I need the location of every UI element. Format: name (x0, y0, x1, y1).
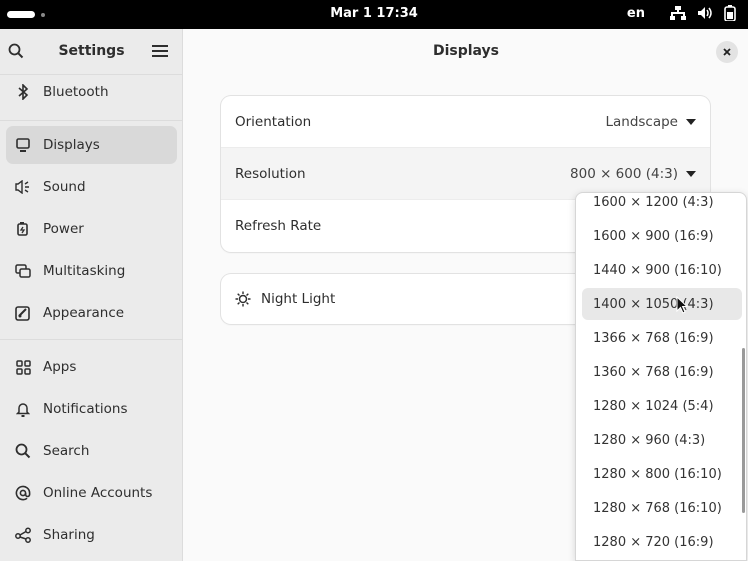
hamburger-menu-icon[interactable] (152, 43, 168, 62)
sidebar-item-label: Sharing (43, 527, 95, 543)
sidebar-item-sharing[interactable]: Sharing (6, 516, 177, 554)
sidebar-item-label: Apps (43, 359, 77, 375)
sidebar-item-bluetooth[interactable]: Bluetooth (6, 75, 177, 109)
close-icon (723, 48, 731, 56)
orientation-value: Landscape (605, 113, 678, 130)
resolution-options-popover[interactable]: 1600 × 1200 (4:3) 1600 × 900 (16:9) 1440… (575, 192, 747, 561)
resolution-label: Resolution (235, 165, 306, 182)
sidebar-divider (0, 120, 183, 121)
sidebar-item-appearance[interactable]: Appearance (6, 294, 177, 332)
resolution-option-highlighted[interactable]: 1400 × 1050 (4:3) (582, 288, 742, 320)
resolution-option[interactable]: 1360 × 768 (16:9) (582, 356, 742, 388)
keyboard-language[interactable]: en (627, 6, 645, 21)
sidebar-item-label: Bluetooth (43, 84, 109, 100)
sidebar-item-notifications[interactable]: Notifications (6, 390, 177, 428)
sidebar-item-power[interactable]: Power (6, 210, 177, 248)
sidebar-item-label: Appearance (43, 305, 125, 321)
bell-icon (14, 400, 32, 418)
chevron-down-icon (686, 170, 696, 177)
night-light-icon (235, 291, 251, 307)
resolution-option[interactable]: 1600 × 900 (16:9) (582, 220, 742, 252)
sidebar-header: Settings (0, 29, 182, 75)
sidebar-item-label: Notifications (43, 401, 128, 417)
resolution-option[interactable]: 1280 × 960 (4:3) (582, 424, 742, 456)
network-icon (670, 6, 686, 20)
at-icon (14, 484, 32, 502)
sidebar-item-multitasking[interactable]: Multitasking (6, 252, 177, 290)
resolution-option[interactable]: 1600 × 1200 (4:3) (582, 193, 742, 218)
share-icon (14, 526, 32, 544)
power-icon (14, 220, 32, 238)
sidebar-item-label: Online Accounts (43, 485, 153, 501)
sidebar-item-label: Displays (43, 137, 100, 153)
multitasking-icon (14, 262, 32, 280)
system-tray[interactable]: en (627, 5, 736, 21)
search-icon (14, 442, 32, 460)
sidebar-item-label: Multitasking (43, 263, 126, 279)
page-title: Displays (432, 43, 500, 59)
night-light-label: Night Light (261, 291, 336, 307)
sidebar-item-search[interactable]: Search (6, 432, 177, 470)
bluetooth-icon (14, 83, 32, 101)
sidebar-item-sound[interactable]: Sound (6, 168, 177, 206)
sidebar-divider (0, 339, 183, 340)
resolution-option[interactable]: 1280 × 1024 (5:4) (582, 390, 742, 422)
resolution-value: 800 × 600 (4:3) (570, 165, 678, 182)
sidebar-item-label: Search (43, 443, 90, 459)
resolution-option[interactable]: 1280 × 768 (16:10) (582, 492, 742, 524)
resolution-option[interactable]: 1366 × 768 (16:9) (582, 322, 742, 354)
battery-icon (724, 5, 736, 21)
resolution-option[interactable]: 1280 × 720 (16:9) (582, 526, 742, 558)
popover-scrollbar[interactable] (742, 348, 745, 513)
sound-icon (14, 178, 32, 196)
sidebar-item-label: Power (43, 221, 84, 237)
volume-icon (697, 6, 713, 20)
resolution-option[interactable]: 1440 × 900 (16:10) (582, 254, 742, 286)
refresh-rate-label: Refresh Rate (235, 218, 322, 234)
mouse-pointer-icon (676, 295, 689, 318)
resolution-option[interactable]: 1280 × 800 (16:10) (582, 458, 742, 490)
display-icon (14, 136, 32, 154)
sidebar-item-online-accounts[interactable]: Online Accounts (6, 474, 177, 512)
close-button[interactable] (716, 41, 738, 63)
orientation-dropdown[interactable]: Landscape (605, 114, 696, 130)
orientation-row[interactable]: Orientation Landscape (221, 96, 710, 148)
sidebar-item-displays[interactable]: Displays (6, 126, 177, 164)
appearance-icon (14, 304, 32, 322)
settings-sidebar: Settings Bluetooth Displays Sound Power … (0, 29, 183, 561)
sidebar-item-apps[interactable]: Apps (6, 348, 177, 386)
orientation-label: Orientation (235, 113, 312, 130)
top-bar: Mar 1 17:34 en (0, 0, 748, 29)
resolution-dropdown[interactable]: 800 × 600 (4:3) (570, 166, 696, 182)
apps-icon (14, 358, 32, 376)
chevron-down-icon (686, 118, 696, 125)
sidebar-item-label: Sound (43, 179, 86, 195)
